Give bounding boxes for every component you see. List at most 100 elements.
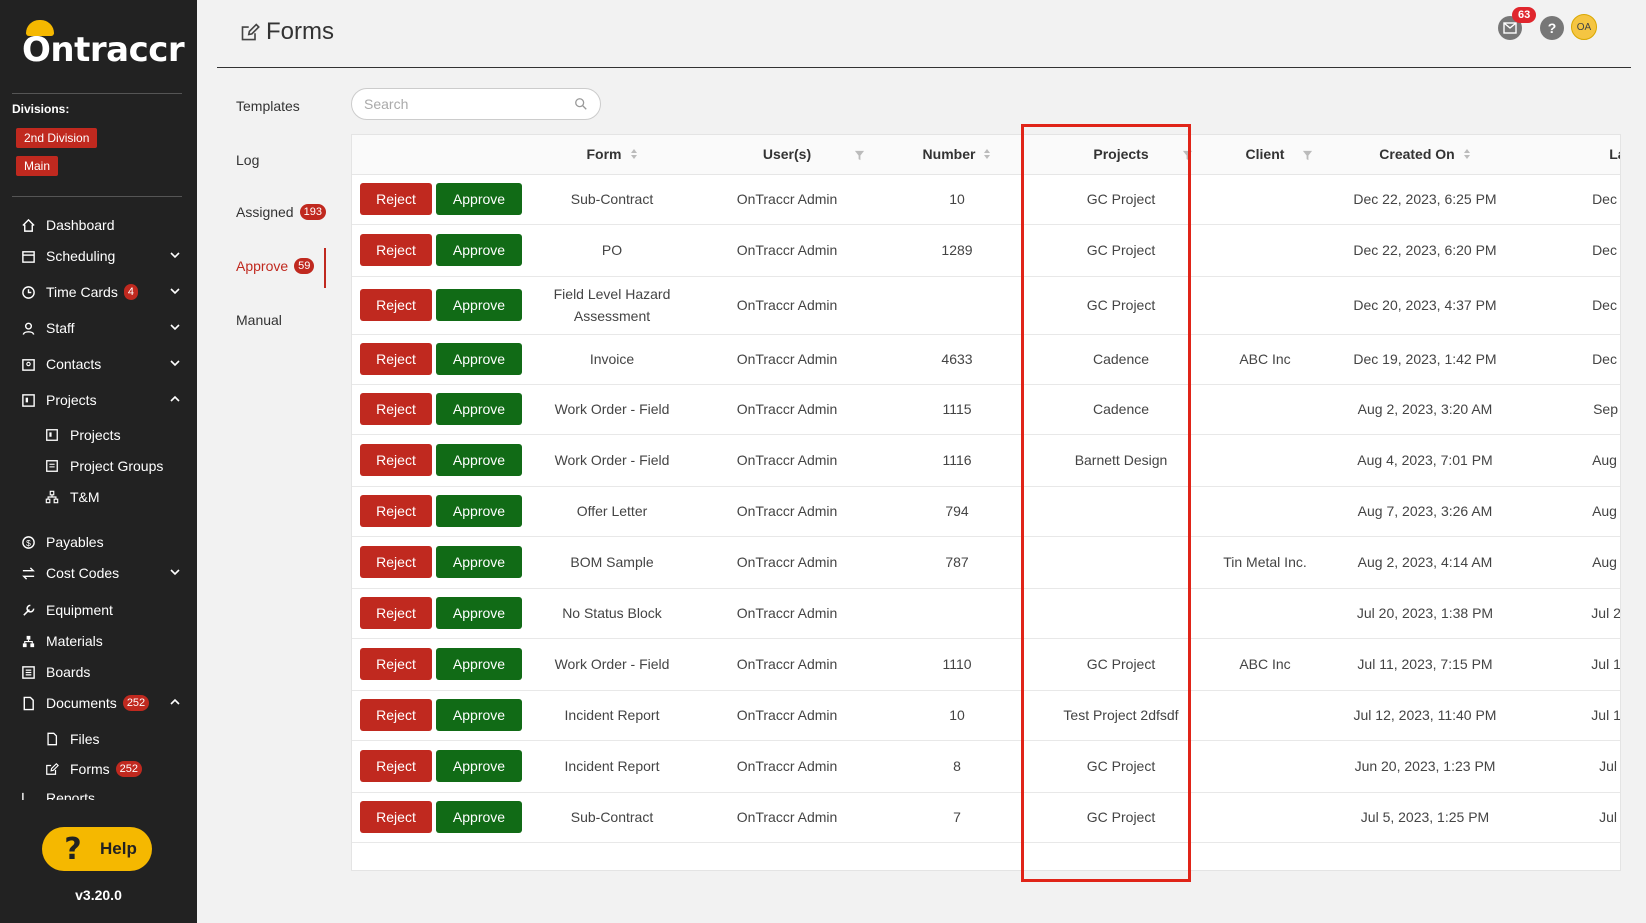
sidebar-item-cost-codes[interactable]: Cost Codes <box>20 561 182 585</box>
tab-templates[interactable]: Templates <box>236 98 300 114</box>
column-header-form[interactable]: Form <box>527 135 697 175</box>
forms-table-container: Form User(s) Number Projects Client Crea… <box>351 134 1621 871</box>
reject-button[interactable]: Reject <box>360 343 432 375</box>
cell-actions: Reject Approve <box>352 588 527 639</box>
sidebar-item-projects[interactable]: Projects <box>20 388 182 412</box>
table-row[interactable]: Reject Approve Work Order - Field OnTraccr … <box>352 384 1620 435</box>
reject-button[interactable]: Reject <box>360 495 432 527</box>
approve-button[interactable]: Approve <box>436 343 522 375</box>
reject-button[interactable]: Reject <box>360 393 432 425</box>
sidebar-item-files[interactable]: Files <box>44 727 182 751</box>
reject-button[interactable]: Reject <box>360 597 432 629</box>
sidebar-item-materials[interactable]: Materials <box>20 629 182 653</box>
sidebar-item-contacts[interactable]: Contacts <box>20 352 182 376</box>
sort-icon[interactable] <box>630 147 638 163</box>
table-row[interactable]: Reject Approve PO OnTraccr Admin 1289 GC Proj… <box>352 224 1620 277</box>
tab-log[interactable]: Log <box>236 152 259 168</box>
sidebar-item-equipment[interactable]: Equipment <box>20 598 182 622</box>
sidebar-item-boards[interactable]: Boards <box>20 660 182 684</box>
sidebar-item-documents[interactable]: Documents 252 <box>20 691 182 715</box>
reject-button[interactable]: Reject <box>360 648 432 680</box>
tab-approve[interactable]: Approve 59 <box>236 258 315 274</box>
sort-icon[interactable] <box>1463 147 1471 163</box>
column-header-number[interactable]: Number <box>877 135 1037 175</box>
column-header-client[interactable]: Client <box>1205 135 1325 175</box>
sidebar-item-scheduling[interactable]: Scheduling <box>20 244 182 268</box>
sidebar-item-projects-sub[interactable]: Projects <box>44 423 182 447</box>
reject-button[interactable]: Reject <box>360 183 432 215</box>
table-row[interactable]: Reject Approve Work Order - Field OnTraccr … <box>352 434 1620 487</box>
division-tag-main[interactable]: Main <box>16 156 59 176</box>
ontraccr-logo[interactable]: Ontraccr <box>22 20 185 70</box>
chevron-up-icon[interactable] <box>168 695 182 709</box>
chevron-down-icon[interactable] <box>168 248 182 262</box>
approve-button[interactable]: Approve <box>436 546 522 578</box>
sidebar-item-dashboard[interactable]: Dashboard <box>20 213 182 237</box>
filter-icon[interactable] <box>1182 148 1193 164</box>
chevron-down-icon[interactable] <box>168 284 182 298</box>
approve-button[interactable]: Approve <box>436 648 522 680</box>
table-row[interactable]: Reject Approve Field Level Hazard Assessme… <box>352 276 1620 335</box>
search-input[interactable] <box>364 96 574 112</box>
approve-button[interactable]: Approve <box>436 183 522 215</box>
filter-icon[interactable] <box>854 148 865 164</box>
sidebar-item-project-groups[interactable]: Project Groups <box>44 454 182 478</box>
table-row[interactable]: Reject Approve Sub-Contract OnTraccr Admin 1… <box>352 174 1620 225</box>
approve-button[interactable]: Approve <box>436 495 522 527</box>
chevron-down-icon[interactable] <box>168 356 182 370</box>
chevron-down-icon[interactable] <box>168 565 182 579</box>
table-row[interactable]: Reject Approve No Status Block OnTraccr Adm… <box>352 588 1620 639</box>
tab-assigned[interactable]: Assigned 193 <box>236 204 326 220</box>
search-icon[interactable] <box>574 97 588 111</box>
approve-button[interactable]: Approve <box>436 234 522 266</box>
sidebar-item-payables[interactable]: $ Payables <box>20 530 182 554</box>
cell-last: Jul 13, 20 <box>1525 638 1620 691</box>
reject-button[interactable]: Reject <box>360 699 432 731</box>
sort-icon[interactable] <box>983 147 991 163</box>
cell-form: Invoice <box>527 334 697 385</box>
table-row[interactable]: Reject Approve BOM Sample OnTraccr Admin 787… <box>352 536 1620 589</box>
approve-button[interactable]: Approve <box>436 801 522 833</box>
filter-icon[interactable] <box>1302 148 1313 164</box>
help-icon[interactable]: ? <box>1540 16 1564 40</box>
table-row[interactable]: Reject Approve Work Order - Field OnTraccr … <box>352 638 1620 691</box>
reject-button[interactable]: Reject <box>360 750 432 782</box>
user-avatar[interactable]: OA <box>1571 14 1597 40</box>
table-row[interactable]: Reject Approve Incident Report OnTraccr Adm… <box>352 690 1620 741</box>
column-header-created-on[interactable]: Created On <box>1325 135 1525 175</box>
reject-button[interactable]: Reject <box>360 444 432 476</box>
help-button[interactable]: ? Help <box>42 827 152 871</box>
approve-button[interactable]: Approve <box>436 597 522 629</box>
tab-manual[interactable]: Manual <box>236 312 282 328</box>
division-tag-2nd-division[interactable]: 2nd Division <box>16 128 98 148</box>
reject-button[interactable]: Reject <box>360 234 432 266</box>
cell-form: Field Level Hazard Assessment <box>527 276 697 335</box>
sidebar-item-tm[interactable]: T&M <box>44 485 182 509</box>
sidebar-item-forms[interactable]: Forms 252 <box>44 757 182 781</box>
svg-text:$: $ <box>26 537 31 547</box>
reject-button[interactable]: Reject <box>360 801 432 833</box>
reject-button[interactable]: Reject <box>360 289 432 321</box>
sidebar-item-reports[interactable]: Reports <box>20 790 182 800</box>
sidebar-item-time-cards[interactable]: Time Cards 4 <box>20 280 182 304</box>
cell-form: No Status Block <box>527 588 697 639</box>
approve-button[interactable]: Approve <box>436 699 522 731</box>
table-row[interactable]: Reject Approve Offer Letter OnTraccr Admin 7… <box>352 486 1620 537</box>
column-header-last-updated[interactable]: Last U <box>1525 135 1620 175</box>
approve-button[interactable]: Approve <box>436 444 522 476</box>
cell-last: Jul 20, 20 <box>1525 588 1620 639</box>
table-row[interactable]: Reject Approve Sub-Contract OnTraccr Admin 7… <box>352 792 1620 843</box>
notifications-button[interactable]: 63 <box>1498 7 1537 40</box>
table-row[interactable]: Reject Approve Incident Report OnTraccr Adm… <box>352 740 1620 793</box>
approve-button[interactable]: Approve <box>436 289 522 321</box>
chevron-down-icon[interactable] <box>168 320 182 334</box>
column-header-projects[interactable]: Projects <box>1037 135 1205 175</box>
chevron-up-icon[interactable] <box>168 392 182 406</box>
column-header-users[interactable]: User(s) <box>697 135 877 175</box>
sidebar-item-staff[interactable]: Staff <box>20 316 182 340</box>
approve-button[interactable]: Approve <box>436 393 522 425</box>
reject-button[interactable]: Reject <box>360 546 432 578</box>
approve-button[interactable]: Approve <box>436 750 522 782</box>
table-row[interactable]: Reject Approve Invoice OnTraccr Admin 4633 Ca… <box>352 334 1620 385</box>
cell-created: Aug 7, 2023, 3:26 AM <box>1325 486 1525 537</box>
